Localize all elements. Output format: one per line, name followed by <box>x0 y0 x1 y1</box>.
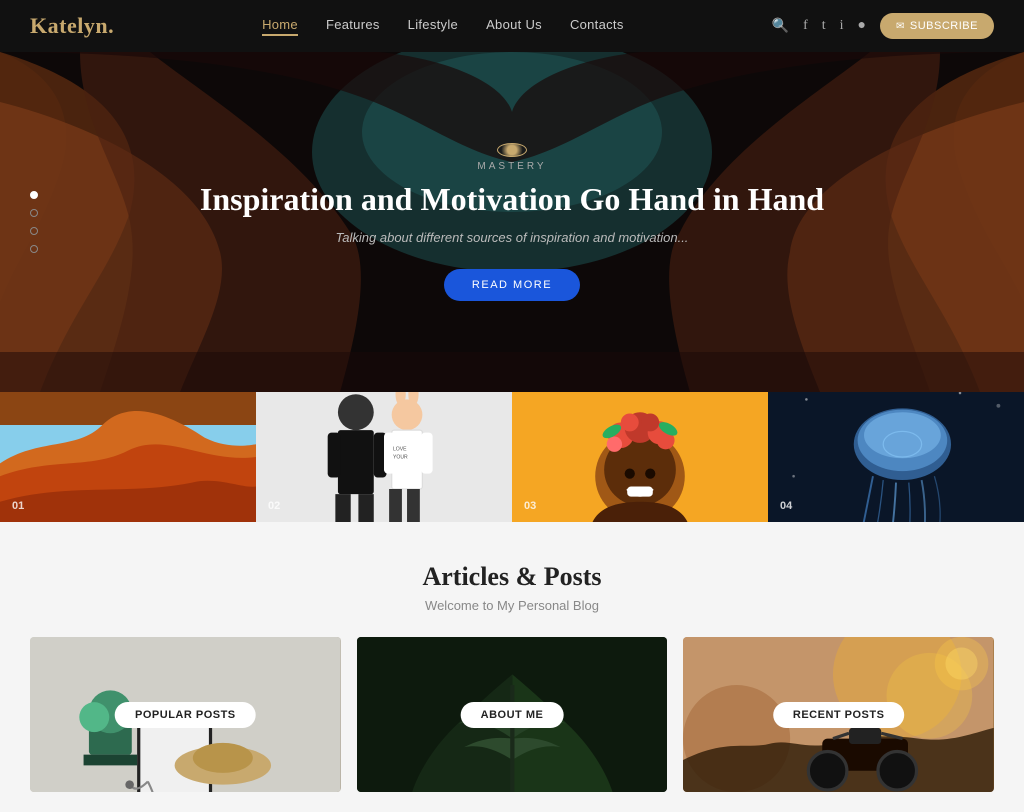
svg-text:LOVE: LOVE <box>393 447 407 453</box>
gallery-num-1: 01 <box>12 500 24 512</box>
slide-dot-2[interactable] <box>30 209 38 217</box>
header: Katelyn. Home Features Lifestyle About U… <box>0 0 1024 52</box>
article-card-recent[interactable]: RECENT POSTS <box>683 637 994 792</box>
logo[interactable]: Katelyn. <box>30 13 114 39</box>
mastery-icon <box>497 143 527 157</box>
header-right: 🔍 f t i ● SUBSCRIBE <box>772 13 994 39</box>
hero-content: MASTERY Inspiration and Motivation Go Ha… <box>200 143 824 301</box>
gallery-num-4: 04 <box>780 500 792 512</box>
article-card-popular[interactable]: POPULAR POSTS <box>30 637 341 792</box>
gallery-num-3: 03 <box>524 500 536 512</box>
slide-dot-3[interactable] <box>30 227 38 235</box>
slide-dot-1[interactable] <box>30 191 38 199</box>
instagram-icon[interactable]: i <box>840 18 844 34</box>
slide-indicators <box>30 191 38 253</box>
globe-icon[interactable]: ● <box>858 18 866 34</box>
hero-tag: MASTERY <box>200 161 824 172</box>
svg-text:YOUR: YOUR <box>393 454 408 460</box>
popular-posts-button[interactable]: POPULAR POSTS <box>115 702 256 728</box>
logo-dot: . <box>108 13 114 38</box>
articles-section: Articles & Posts Welcome to My Personal … <box>0 522 1024 812</box>
nav-contacts[interactable]: Contacts <box>570 17 624 36</box>
hero-title: Inspiration and Motivation Go Hand in Ha… <box>200 180 824 218</box>
gallery-item-4[interactable]: 04 <box>768 392 1024 522</box>
logo-text: Katelyn <box>30 13 108 38</box>
slide-dot-4[interactable] <box>30 245 38 253</box>
nav-lifestyle[interactable]: Lifestyle <box>408 17 458 36</box>
main-nav: Home Features Lifestyle About Us Contact… <box>262 17 624 36</box>
articles-subtitle: Welcome to My Personal Blog <box>30 598 994 613</box>
article-card-about[interactable]: ABOUT ME <box>357 637 668 792</box>
gallery-strip: 01 LOVE YOUR 02 <box>0 392 1024 522</box>
hero-section: MASTERY Inspiration and Motivation Go Ha… <box>0 52 1024 392</box>
gallery-num-2: 02 <box>268 500 280 512</box>
nav-features[interactable]: Features <box>326 17 380 36</box>
read-more-button[interactable]: READ MORE <box>444 269 580 301</box>
article-cards: POPULAR POSTS ABOUT ME <box>30 637 994 792</box>
gallery-item-3[interactable]: 03 <box>512 392 768 522</box>
hero-subtitle: Talking about different sources of inspi… <box>200 230 824 245</box>
facebook-icon[interactable]: f <box>803 18 808 34</box>
articles-title: Articles & Posts <box>30 562 994 592</box>
search-icon[interactable]: 🔍 <box>772 18 789 35</box>
nav-home[interactable]: Home <box>262 17 298 36</box>
gallery-item-2[interactable]: LOVE YOUR 02 <box>256 392 512 522</box>
subscribe-button[interactable]: SUBSCRIBE <box>880 13 994 39</box>
gallery-item-1[interactable]: 01 <box>0 392 256 522</box>
nav-about-us[interactable]: About Us <box>486 17 542 36</box>
twitter-icon[interactable]: t <box>822 18 826 34</box>
about-me-button[interactable]: ABOUT ME <box>461 702 564 728</box>
recent-posts-button[interactable]: RECENT POSTS <box>773 702 905 728</box>
